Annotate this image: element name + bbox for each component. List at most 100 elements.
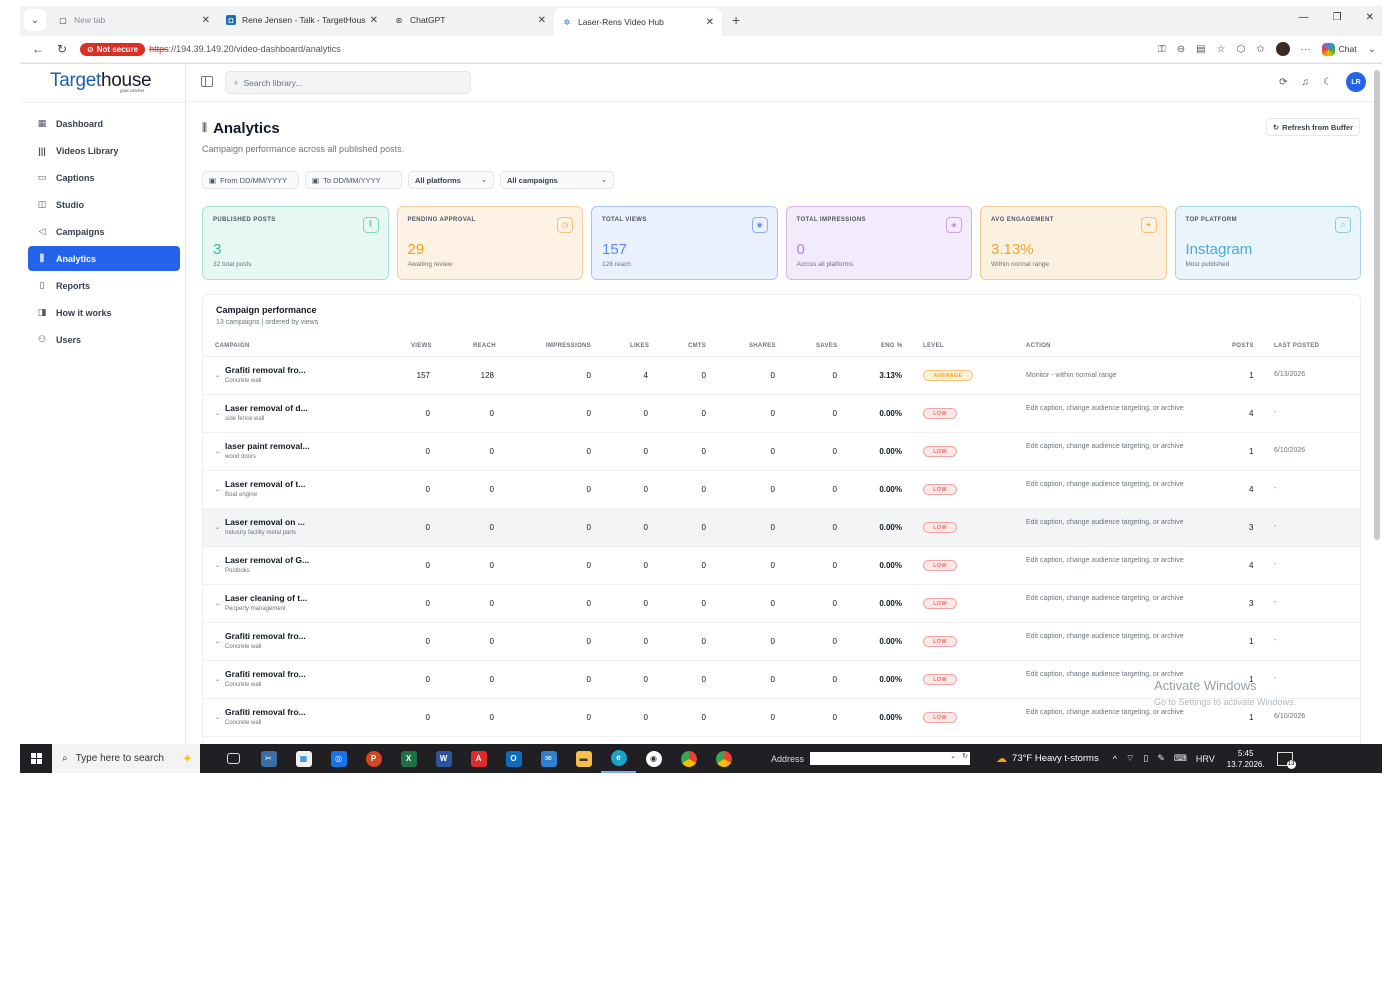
start-button[interactable] bbox=[20, 744, 52, 773]
user-avatar[interactable]: LR bbox=[1346, 72, 1366, 92]
sidebar-item-analytics[interactable]: ⫼ Analytics bbox=[28, 246, 180, 271]
new-tab-button[interactable]: + bbox=[732, 12, 740, 28]
column-header[interactable]: POSTS bbox=[1232, 343, 1254, 349]
campaign-name[interactable]: Laser removal of d... bbox=[225, 403, 308, 413]
clock[interactable]: 5:45 13.7.2026. bbox=[1227, 748, 1265, 770]
sync-icon[interactable]: ⟳ bbox=[1279, 77, 1287, 88]
to-date-input[interactable]: ▣ To DD/MM/YYYY bbox=[305, 171, 402, 189]
excel-icon[interactable]: X bbox=[391, 744, 426, 773]
table-row[interactable]: ⌄ laser paint removal... wood doors 0 0 0 0 0 0 0… bbox=[203, 433, 1360, 471]
table-row[interactable]: ⌄ Grafiti removal fro... Concrete wall 157 1… bbox=[203, 357, 1360, 395]
outlook-icon[interactable]: O bbox=[496, 744, 531, 773]
chevron-down-icon[interactable]: ⌄ bbox=[1368, 44, 1376, 55]
more-icon[interactable]: ··· bbox=[1301, 44, 1311, 55]
column-header[interactable]: IMPRESSIONS bbox=[546, 343, 591, 349]
table-row[interactable]: ⌄ Laser removal of d... side fence wall 0 0 0… bbox=[203, 395, 1360, 433]
campaign-name[interactable]: Laser cleaning of t... bbox=[225, 593, 307, 603]
mail-icon[interactable]: ✉ bbox=[531, 744, 566, 773]
column-header[interactable]: CAMPAIGN bbox=[215, 343, 250, 349]
close-icon[interactable]: ✕ bbox=[202, 15, 210, 26]
campaign-name[interactable]: Grafiti removal fro... bbox=[225, 707, 306, 717]
minimize-icon[interactable]: — bbox=[1299, 12, 1309, 23]
zoom-icon[interactable]: ⊖ bbox=[1177, 44, 1185, 55]
table-row[interactable]: ⌄ Laser removal on ... Industry facility m… bbox=[203, 509, 1360, 547]
favorites-icon[interactable]: ✩ bbox=[1256, 44, 1264, 55]
reader-icon[interactable]: ▤ bbox=[1196, 44, 1205, 55]
expand-chevron-icon[interactable]: ⌄ bbox=[215, 410, 220, 417]
weather-widget[interactable]: ☁ 73°F Heavy t-storms bbox=[996, 752, 1099, 765]
close-window-icon[interactable]: ✕ bbox=[1366, 12, 1374, 23]
file-explorer-icon[interactable]: ▬ bbox=[566, 744, 601, 773]
campaign-name[interactable]: Grafiti removal fro... bbox=[225, 669, 306, 679]
sidebar-item-videos-library[interactable]: ||| Videos Library bbox=[28, 138, 180, 163]
chrome-profile-icon[interactable]: ◉ bbox=[636, 744, 671, 773]
restore-icon[interactable]: ❐ bbox=[1333, 12, 1342, 23]
app-blue-icon[interactable]: ◎ bbox=[321, 744, 356, 773]
campaign-name[interactable]: Grafiti removal fro... bbox=[225, 365, 306, 375]
sidebar-item-captions[interactable]: ▭ Captions bbox=[28, 165, 180, 190]
taskbar-search-input[interactable]: ⌕ Type here to search ✦ bbox=[52, 744, 200, 773]
favorite-star-icon[interactable]: ☆ bbox=[1217, 44, 1226, 55]
expand-chevron-icon[interactable]: ⌄ bbox=[215, 638, 220, 645]
page-scrollbar[interactable] bbox=[1374, 70, 1380, 540]
edge-icon[interactable]: e bbox=[601, 744, 636, 773]
sidebar-item-dashboard[interactable]: ▦ Dashboard bbox=[28, 111, 180, 136]
expand-chevron-icon[interactable]: ⌄ bbox=[215, 600, 220, 607]
expand-chevron-icon[interactable]: ⌄ bbox=[215, 562, 220, 569]
column-header[interactable]: SAVES bbox=[816, 343, 837, 349]
task-view-icon[interactable] bbox=[216, 744, 251, 773]
tab-new-tab[interactable]: ▢ New tab ✕ bbox=[50, 8, 218, 32]
close-icon[interactable]: ✕ bbox=[706, 17, 714, 28]
snipping-tool-icon[interactable]: ✂ bbox=[251, 744, 286, 773]
table-row[interactable]: ⌄ Grafiti removal fro... Concrete wall 0 0 0 0… bbox=[203, 623, 1360, 661]
store-icon[interactable]: ▦ bbox=[286, 744, 321, 773]
table-row[interactable]: ⌄ Laser cleaning of t... Peoperty manageme… bbox=[203, 585, 1360, 623]
column-header[interactable]: CMTS bbox=[688, 343, 706, 349]
not-secure-badge[interactable]: ⊘ Not secure bbox=[80, 42, 146, 56]
acrobat-icon[interactable]: A bbox=[461, 744, 496, 773]
tab-targethouse-talk[interactable]: ◘ Rene Jensen - Talk - TargetHouse ✕ bbox=[218, 8, 386, 32]
go-icon[interactable]: ↻ bbox=[962, 752, 968, 760]
notifications-icon[interactable]: 13 bbox=[1276, 751, 1296, 769]
moon-icon[interactable]: ☾ bbox=[1323, 77, 1332, 88]
from-date-input[interactable]: ▣ From DD/MM/YYYY bbox=[202, 171, 299, 189]
battery-icon[interactable]: ▯ bbox=[1143, 753, 1148, 764]
expand-chevron-icon[interactable]: ⌄ bbox=[215, 524, 220, 531]
language-indicator[interactable]: HRV bbox=[1196, 754, 1215, 764]
key-icon[interactable]: ⚿ bbox=[1158, 44, 1166, 55]
chevron-up-icon[interactable]: ^ bbox=[1113, 754, 1117, 764]
profile-avatar[interactable] bbox=[1275, 42, 1290, 56]
campaign-name[interactable]: Grafiti removal fro... bbox=[225, 631, 306, 641]
keyboard-icon[interactable]: ⌨ bbox=[1174, 753, 1187, 764]
expand-chevron-icon[interactable]: ⌄ bbox=[215, 448, 220, 455]
sidebar-toggle-icon[interactable] bbox=[201, 76, 213, 87]
table-row[interactable]: ⌄ Laser removal of t... Boat engine 0 0 0 0 0 0 0… bbox=[203, 471, 1360, 509]
campaign-select[interactable]: All campaigns ⌄ bbox=[500, 171, 614, 189]
close-icon[interactable]: ✕ bbox=[538, 15, 546, 26]
chrome-alt-icon[interactable] bbox=[706, 744, 741, 773]
column-header[interactable]: ACTION bbox=[1026, 343, 1051, 349]
column-header[interactable]: ENG % bbox=[881, 343, 903, 349]
sidebar-item-how-it-works[interactable]: ◨ How it works bbox=[28, 300, 180, 325]
address-toolbar-input[interactable]: ⌄ ↻ bbox=[810, 752, 971, 765]
extensions-icon[interactable]: ⬡ bbox=[1237, 44, 1246, 55]
tab-chatgpt[interactable]: ⊛ ChatGPT ✕ bbox=[386, 8, 554, 32]
back-icon[interactable]: ← bbox=[26, 42, 50, 56]
word-icon[interactable]: W bbox=[426, 744, 461, 773]
sidebar-item-reports[interactable]: ▯ Reports bbox=[28, 273, 180, 298]
table-row[interactable]: ⌄ Laser removal of G... Postboks 0 0 0 0 0 0 0 0.0… bbox=[203, 547, 1360, 585]
chevron-down-icon[interactable]: ⌄ bbox=[950, 752, 956, 760]
chrome-icon[interactable] bbox=[671, 744, 706, 773]
powerpoint-icon[interactable]: P bbox=[356, 744, 391, 773]
sidebar-item-campaigns[interactable]: ◁ Campaigns bbox=[28, 219, 180, 244]
column-header[interactable]: LEVEL bbox=[923, 343, 944, 349]
sidebar-item-studio[interactable]: ◫ Studio bbox=[28, 192, 180, 217]
url-field[interactable]: https://194.39.149.20/video-dashboard/an… bbox=[149, 44, 341, 54]
column-header[interactable]: SHARES bbox=[749, 343, 776, 349]
bell-icon[interactable]: ♫ bbox=[1302, 77, 1310, 88]
campaign-name[interactable]: Laser removal of t... bbox=[225, 479, 305, 489]
pen-icon[interactable]: ✎ bbox=[1157, 753, 1165, 764]
campaign-name[interactable]: Laser removal on ... bbox=[225, 517, 305, 527]
expand-chevron-icon[interactable]: ⌄ bbox=[215, 486, 220, 493]
search-input[interactable]: ⌕ Search library... bbox=[225, 71, 471, 94]
